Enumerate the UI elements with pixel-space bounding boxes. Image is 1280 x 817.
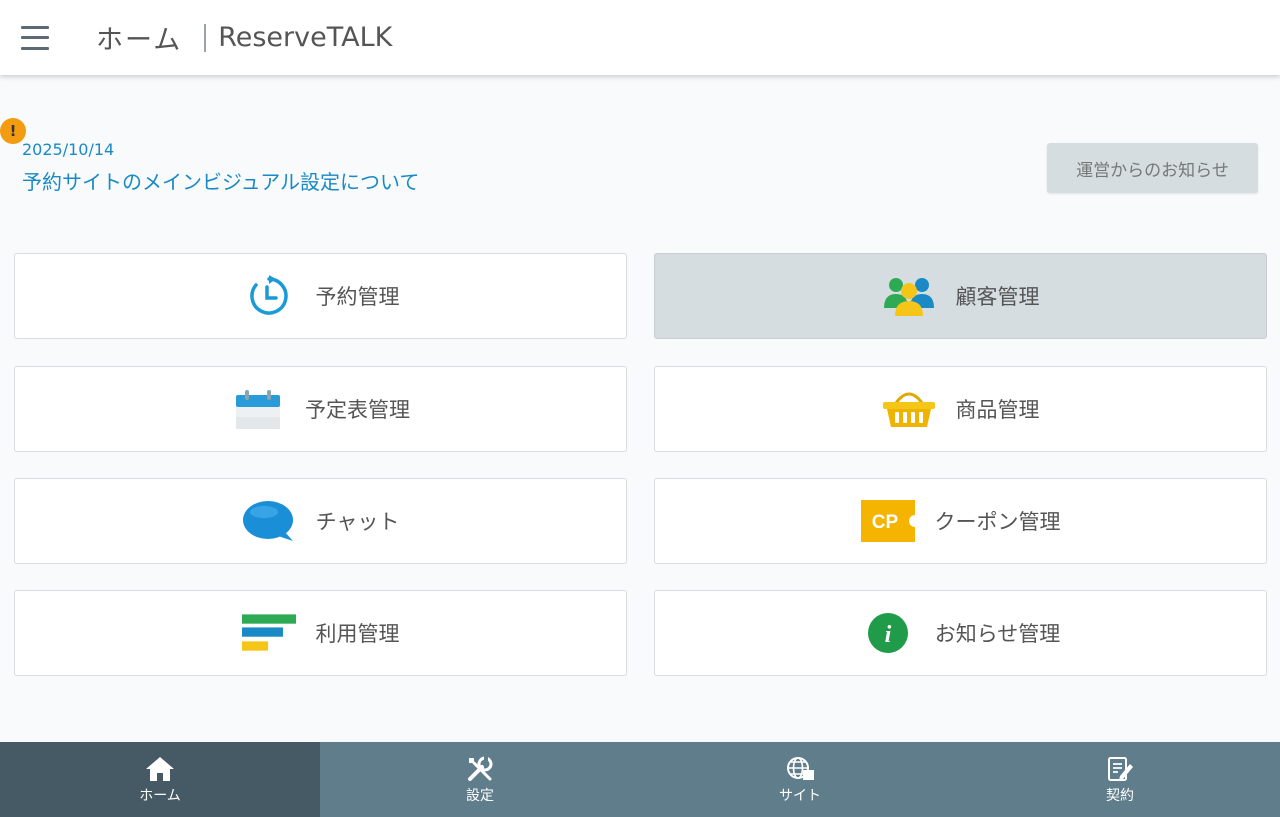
- info-icon: i: [861, 611, 915, 655]
- chat-bubble-icon: [242, 499, 296, 543]
- tile-label: クーポン管理: [934, 510, 1061, 534]
- nav-label: サイト: [779, 787, 821, 804]
- tools-icon: [465, 755, 495, 783]
- nav-label: 契約: [1106, 787, 1134, 804]
- tile-label: チャット: [315, 510, 400, 534]
- bottom-navigation: ホーム 設定 サイト 契約: [0, 742, 1280, 817]
- nav-home[interactable]: ホーム: [0, 742, 320, 817]
- coupon-icon-text: CP: [871, 512, 898, 533]
- hamburger-menu-icon[interactable]: [21, 23, 55, 53]
- app-title: ReserveTALK: [218, 22, 393, 53]
- tile-label: 商品管理: [955, 398, 1040, 422]
- tile-label: お知らせ管理: [934, 622, 1061, 646]
- reservation-management-tile[interactable]: 予約管理: [14, 253, 627, 339]
- home-icon: [145, 755, 175, 783]
- calendar-icon: [231, 387, 285, 431]
- nav-site[interactable]: サイト: [640, 742, 960, 817]
- coupon-management-tile[interactable]: CP クーポン管理: [654, 478, 1267, 564]
- nav-contract[interactable]: 契約: [960, 742, 1280, 817]
- header-title-group: ホーム ReserveTALK: [96, 18, 392, 57]
- notice-management-tile[interactable]: i お知らせ管理: [654, 590, 1267, 676]
- nav-label: ホーム: [139, 787, 181, 804]
- info-icon-text: i: [884, 622, 891, 648]
- title-divider: [204, 23, 207, 52]
- customer-management-tile[interactable]: 顧客管理: [654, 253, 1267, 339]
- chat-tile[interactable]: チャット: [14, 478, 627, 564]
- users-icon: [882, 274, 936, 318]
- tile-label: 予約管理: [315, 285, 400, 309]
- page-title: ホーム: [96, 25, 183, 56]
- usage-bars-icon: [241, 611, 296, 655]
- basket-icon: [882, 387, 936, 431]
- app-header: ホーム ReserveTALK: [0, 0, 1280, 75]
- nav-label: 設定: [466, 787, 494, 804]
- tile-label: 顧客管理: [955, 285, 1040, 309]
- globe-icon: [785, 755, 815, 783]
- notice-date: 2025/10/14: [22, 140, 115, 159]
- operator-notices-button[interactable]: 運営からのお知らせ: [1047, 143, 1258, 193]
- clock-icon: [242, 274, 296, 318]
- notice-title-link[interactable]: 予約サイトのメインビジュアル設定について: [22, 166, 419, 195]
- tile-label: 利用管理: [315, 622, 400, 646]
- schedule-management-tile[interactable]: 予定表管理: [14, 366, 627, 452]
- coupon-icon: CP: [860, 499, 915, 543]
- contract-edit-icon: [1105, 755, 1135, 783]
- tile-label: 予定表管理: [305, 398, 410, 422]
- nav-settings[interactable]: 設定: [320, 742, 640, 817]
- usage-management-tile[interactable]: 利用管理: [14, 590, 627, 676]
- product-management-tile[interactable]: 商品管理: [654, 366, 1267, 452]
